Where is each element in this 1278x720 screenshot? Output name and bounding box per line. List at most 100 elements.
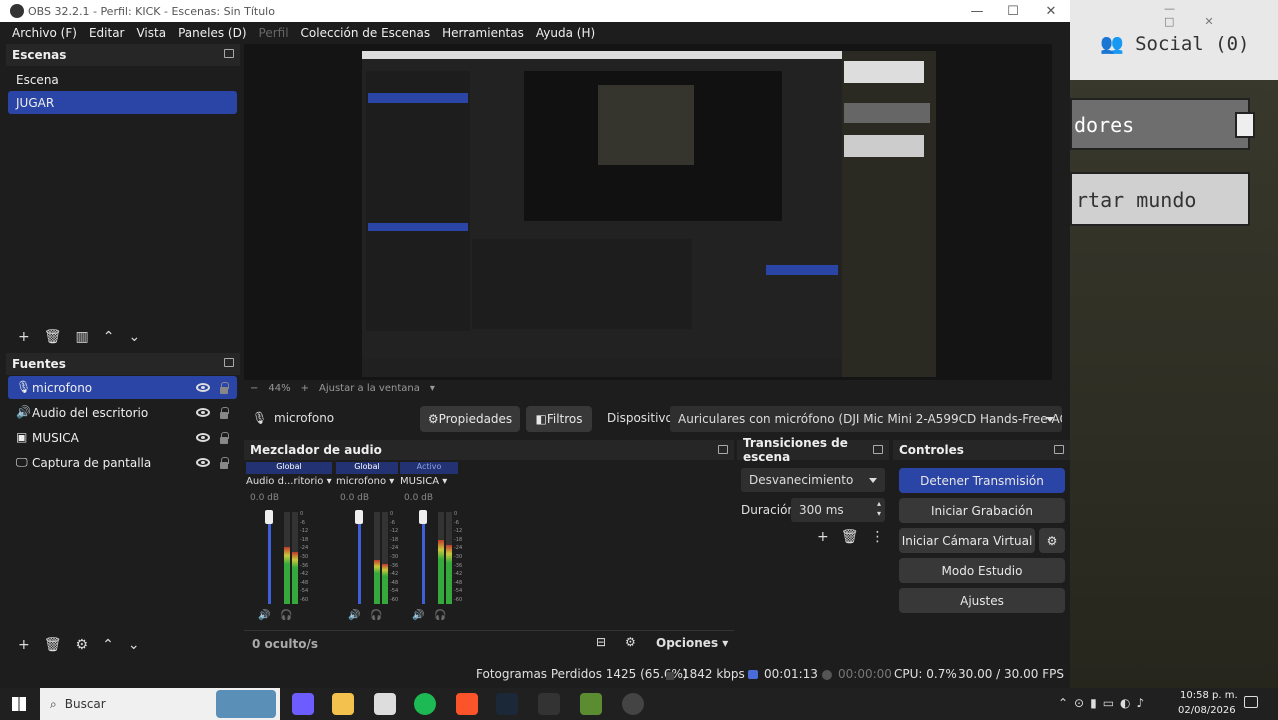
menu-coleccion[interactable]: Colección de Escenas xyxy=(301,26,431,40)
notifications-icon[interactable] xyxy=(1244,696,1258,708)
lock-icon[interactable] xyxy=(220,407,229,419)
menu-editar[interactable]: Editar xyxy=(89,26,125,40)
monitor-icon: 🖵 xyxy=(16,455,28,469)
minecraft-icon[interactable] xyxy=(580,693,602,715)
trash-icon[interactable]: 🗑 xyxy=(44,329,62,345)
scale-tick: -48 xyxy=(454,579,463,586)
volume-slider-handle[interactable] xyxy=(265,510,273,524)
volume-slider[interactable] xyxy=(422,512,425,604)
source-item[interactable]: ▣ MUSICA xyxy=(8,426,237,449)
scenes-toolbar: + 🗑 ▥ ⌃ ⌄ xyxy=(6,326,240,348)
speaker-icon[interactable]: 🔊 xyxy=(348,610,360,621)
up-icon[interactable]: ⌃ xyxy=(102,637,114,653)
scale-tick: -18 xyxy=(390,536,399,543)
studio-mode-button[interactable]: Modo Estudio xyxy=(899,558,1065,583)
down-icon[interactable]: ⌄ xyxy=(128,329,140,345)
gear-icon[interactable]: ⚙ xyxy=(76,637,89,653)
scene-item-selected[interactable]: JUGAR xyxy=(8,91,237,114)
channel-name-select[interactable]: Audio d...ritorio ▾ xyxy=(246,476,332,490)
spin-arrows-icon[interactable]: ▴ ▾ xyxy=(877,499,881,519)
speaker-icon[interactable]: 🔊 xyxy=(258,610,270,621)
visibility-icon[interactable] xyxy=(196,433,210,442)
menu-archivo[interactable]: Archivo (F) xyxy=(12,26,77,40)
add-icon[interactable]: + xyxy=(817,529,829,545)
layout-icon[interactable]: ⊟ xyxy=(596,635,606,649)
stop-streaming-button[interactable]: Detener Transmisión xyxy=(899,468,1065,493)
dock-icon[interactable] xyxy=(224,49,234,58)
down-icon[interactable]: ⌄ xyxy=(128,637,140,653)
mixer-options-button[interactable]: Opciones ▾ xyxy=(656,636,728,650)
trash-icon[interactable]: 🗑 xyxy=(841,529,859,545)
epic-games-icon[interactable] xyxy=(538,693,560,715)
zoom-in-icon[interactable]: + xyxy=(301,383,309,394)
zoom-out-icon[interactable]: − xyxy=(250,383,258,394)
visibility-icon[interactable] xyxy=(196,458,210,467)
lock-icon[interactable] xyxy=(220,382,229,394)
dock-icon[interactable] xyxy=(224,358,234,367)
zoom-fit-select[interactable]: Ajustar a la ventana xyxy=(319,383,420,394)
properties-button[interactable]: ⚙ Propiedades xyxy=(420,406,520,432)
windows-start-icon[interactable] xyxy=(12,697,26,711)
social-button[interactable]: 👥 Social (0) xyxy=(1100,32,1250,55)
settings-button[interactable]: Ajustes xyxy=(899,588,1065,613)
volume-slider[interactable] xyxy=(358,512,361,604)
transition-select[interactable]: Desvanecimiento xyxy=(741,468,885,492)
taskbar-search[interactable]: ⌕ Buscar xyxy=(40,688,280,720)
chevron-down-icon[interactable]: ▾ xyxy=(430,383,435,394)
game-button-1[interactable]: dores xyxy=(1070,98,1250,150)
menu-vista[interactable]: Vista xyxy=(136,26,166,40)
volume-slider-handle[interactable] xyxy=(355,510,363,524)
dock-icon[interactable] xyxy=(718,445,728,454)
sources-panel: Fuentes 🎙 microfono 🔊 Audio del escritor… xyxy=(6,353,240,658)
lock-icon[interactable] xyxy=(220,432,229,444)
game-button-2[interactable]: rtar mundo xyxy=(1070,172,1250,226)
brave-icon[interactable] xyxy=(456,693,478,715)
start-virtual-camera-button[interactable]: Iniciar Cámara Virtual xyxy=(899,528,1035,553)
spotify-icon[interactable] xyxy=(414,693,436,715)
close-button[interactable]: ✕ xyxy=(1032,0,1070,22)
channel-name-select[interactable]: MUSICA ▾ xyxy=(400,476,458,490)
scale-tick: -54 xyxy=(390,588,399,595)
start-recording-button[interactable]: Iniciar Grabación xyxy=(899,498,1065,523)
source-item[interactable]: 🖵 Captura de pantalla xyxy=(8,451,237,474)
maximize-button[interactable]: ☐ xyxy=(994,0,1032,22)
file-explorer-icon[interactable] xyxy=(332,693,354,715)
store-icon[interactable] xyxy=(374,693,396,715)
preview-area[interactable] xyxy=(244,44,1052,380)
more-icon[interactable]: ⋮ xyxy=(871,529,885,545)
dock-icon[interactable] xyxy=(1054,445,1064,454)
source-item[interactable]: 🔊 Audio del escritorio xyxy=(8,401,237,424)
minimize-button[interactable]: — xyxy=(958,0,996,22)
headphones-icon[interactable]: 🎧 xyxy=(434,610,446,621)
obs-taskbar-icon[interactable] xyxy=(622,693,644,715)
filters-button[interactable]: ◧ Filtros xyxy=(526,406,592,432)
steam-icon[interactable] xyxy=(496,693,518,715)
trash-icon[interactable]: 🗑 xyxy=(44,637,62,653)
visibility-icon[interactable] xyxy=(196,408,210,417)
menu-paneles[interactable]: Paneles (D) xyxy=(178,26,246,40)
menu-herramientas[interactable]: Herramientas xyxy=(442,26,524,40)
tray-icons[interactable]: ⌃⊙▮▭◐♪ xyxy=(1058,696,1150,710)
source-item[interactable]: 🎙 microfono xyxy=(8,376,237,399)
dock-icon[interactable] xyxy=(873,445,883,454)
filter-icon[interactable]: ▥ xyxy=(76,329,89,345)
up-icon[interactable]: ⌃ xyxy=(103,329,115,345)
scene-item[interactable]: Escena xyxy=(8,68,237,91)
advanced-audio-icon[interactable]: ⚙ xyxy=(625,635,636,649)
volume-slider-handle[interactable] xyxy=(419,510,427,524)
channel-name-select[interactable]: microfono ▾ xyxy=(336,476,398,490)
volume-slider[interactable] xyxy=(268,512,271,604)
device-select[interactable]: Auriculares con micrófono (DJI Mic Mini … xyxy=(670,406,1062,432)
add-icon[interactable]: + xyxy=(18,637,30,653)
duration-spinbox[interactable]: 300 ms ▴ ▾ xyxy=(791,498,885,522)
menu-ayuda[interactable]: Ayuda (H) xyxy=(536,26,595,40)
headphones-icon[interactable]: 🎧 xyxy=(370,610,382,621)
speaker-icon[interactable]: 🔊 xyxy=(412,610,424,621)
visibility-icon[interactable] xyxy=(196,383,210,392)
menu-perfil[interactable]: Perfil xyxy=(259,26,289,40)
lock-icon[interactable] xyxy=(220,457,229,469)
virtual-camera-settings-button[interactable]: ⚙ xyxy=(1039,528,1065,553)
copilot-icon[interactable] xyxy=(292,693,314,715)
headphones-icon[interactable]: 🎧 xyxy=(280,610,292,621)
add-icon[interactable]: + xyxy=(18,329,30,345)
